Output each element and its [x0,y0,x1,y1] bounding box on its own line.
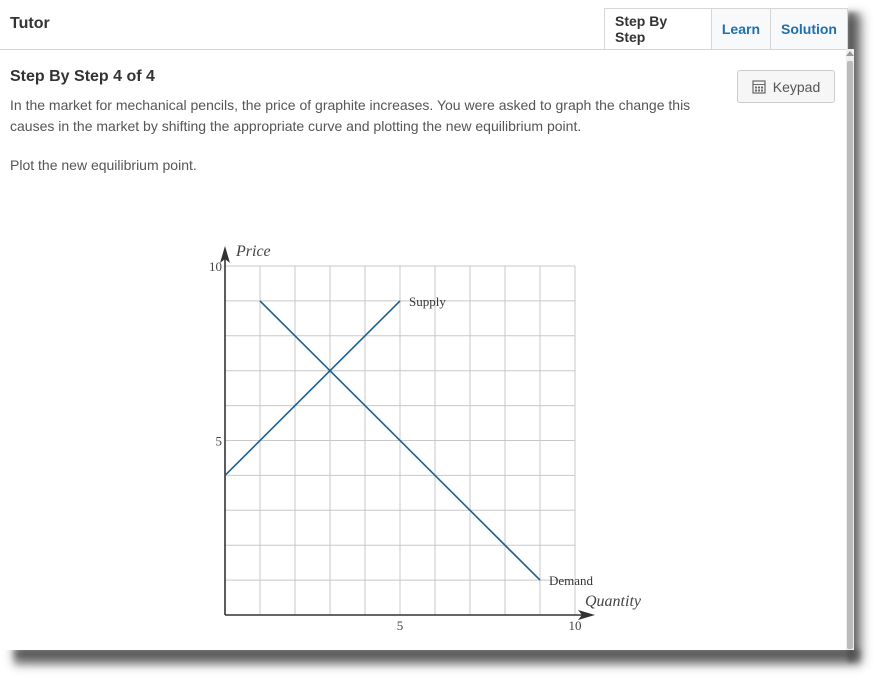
y-tick-label: 5 [216,434,223,449]
scroll-up-arrow[interactable] [846,51,854,56]
y-axis-label: Price [235,243,271,260]
x-axis-label: Quantity [585,593,642,610]
supply-curve [224,300,401,476]
tutor-window: Tutor Step By Step Learn Solution Step B… [0,0,854,650]
x-tick-label: 10 [569,618,582,633]
supply-curve-label: Supply [409,294,446,309]
scrollbar[interactable] [846,49,854,650]
y-tick-label: 10 [209,259,222,274]
scroll-thumb[interactable] [847,61,853,649]
x-tick-label: 5 [397,618,404,633]
window-shadow-bottom [14,650,860,668]
demand-curve-label: Demand [549,573,594,588]
supply-demand-graph[interactable]: 5 10 5 10 Price Quantity Supply Demand [0,0,848,650]
